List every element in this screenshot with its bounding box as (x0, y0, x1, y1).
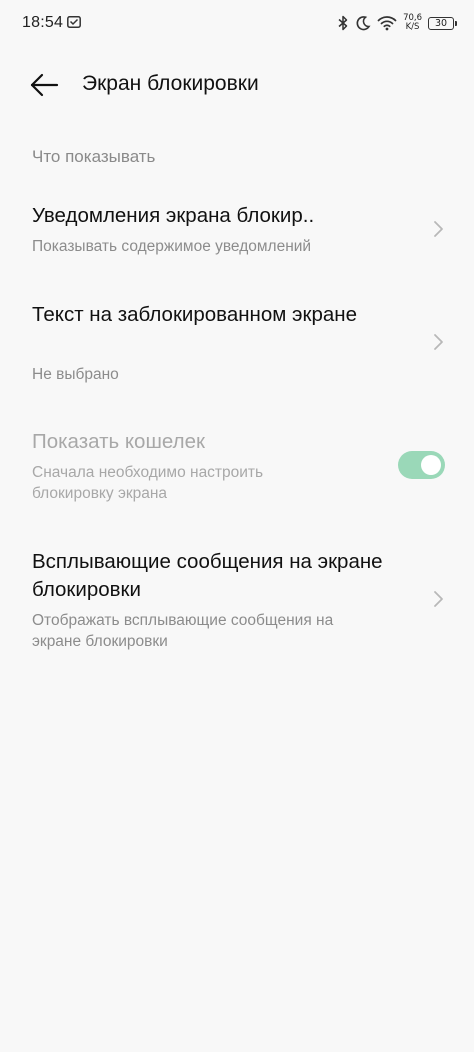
toggle-knob (421, 455, 441, 475)
battery-level: 30 (434, 17, 448, 29)
page-title: Экран блокировки (82, 72, 259, 95)
setting-title: Показать кошелек (32, 430, 205, 453)
section-header: Что показывать (32, 147, 156, 166)
setting-title: Уведомления экрана блокир.. (32, 204, 315, 227)
back-arrow-icon[interactable] (28, 70, 60, 100)
battery-icon: 30 (428, 16, 457, 30)
setting-subtitle: Сначала необходимо настроить блокировку … (32, 464, 264, 502)
show-wallet-toggle[interactable] (398, 451, 445, 479)
setting-subtitle: Показывать содержимое уведомлений (32, 238, 312, 255)
setting-title: Всплывающие сообщения на экране блокиров… (32, 550, 383, 601)
setting-subtitle: Не выбрано (32, 366, 119, 383)
setting-lock-screen-text[interactable]: Текст на заблокированном экране Не выбра… (0, 290, 474, 390)
bluetooth-icon (338, 15, 348, 31)
chevron-right-icon (434, 334, 443, 350)
chevron-right-icon (434, 221, 443, 237)
status-time: 18:54 (22, 14, 64, 31)
setting-lock-screen-popups[interactable]: Всплывающие сообщения на экране блокиров… (0, 538, 474, 668)
message-notification-icon (67, 16, 81, 28)
status-bar: 18:54 70,6 K/S 30 (0, 0, 474, 48)
network-speed-unit: K/S (405, 22, 420, 32)
network-speed: 70,6 K/S (403, 14, 422, 32)
chevron-right-icon (434, 591, 443, 607)
status-icons: 70,6 K/S 30 (337, 12, 457, 34)
wifi-icon (377, 16, 397, 31)
setting-lock-screen-notifications[interactable]: Уведомления экрана блокир.. Показывать с… (0, 190, 474, 270)
setting-title: Текст на заблокированном экране (32, 303, 358, 326)
app-header: Экран блокировки (0, 60, 474, 110)
setting-subtitle: Отображать всплывающие сообщения на экра… (32, 612, 334, 650)
do-not-disturb-moon-icon (356, 16, 371, 31)
